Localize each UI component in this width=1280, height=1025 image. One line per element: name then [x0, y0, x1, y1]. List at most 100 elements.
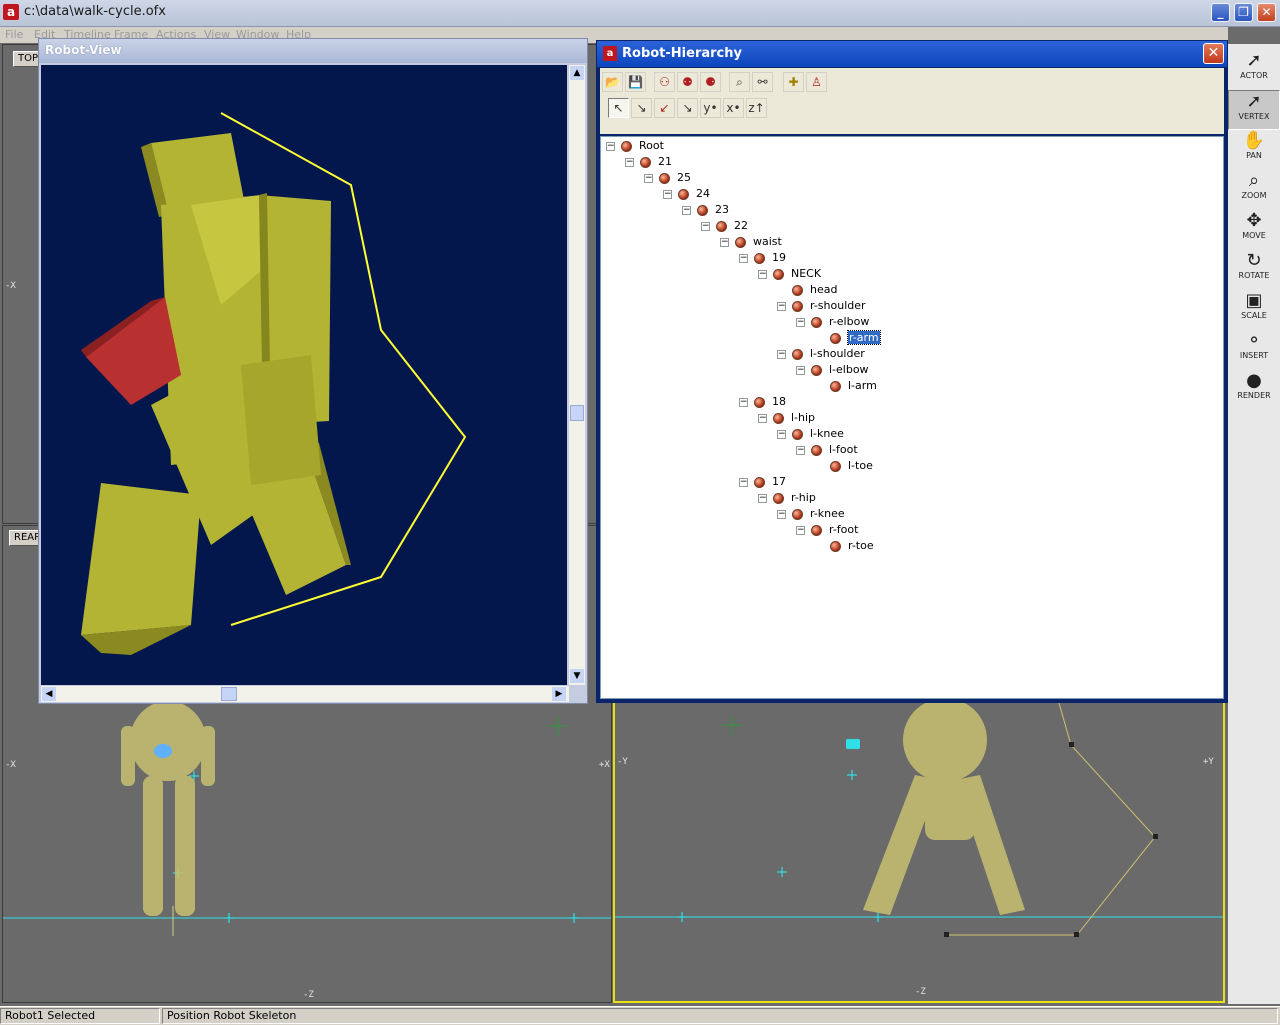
- tree-node-r-hip[interactable]: r-hip: [773, 491, 816, 505]
- collapse-toggle[interactable]: −: [739, 398, 748, 407]
- collapse-toggle[interactable]: −: [701, 222, 710, 231]
- collapse-toggle[interactable]: −: [682, 206, 691, 215]
- tree-node-r-foot[interactable]: r-foot: [811, 523, 858, 537]
- tool-actor[interactable]: ➚ ACTOR: [1228, 50, 1280, 90]
- tree-node-root[interactable]: Root: [621, 139, 664, 153]
- tree-node-label: r-foot: [829, 523, 859, 536]
- tree-node-r-knee[interactable]: r-knee: [792, 507, 845, 521]
- hierarchy-tree[interactable]: Root −21−25−24−23−22− waist −19− NECK − head r-…: [600, 136, 1224, 699]
- scroll-right-arrow-icon[interactable]: ▶: [552, 687, 566, 701]
- minimize-button[interactable]: _: [1211, 3, 1230, 22]
- tree-node-l-hip[interactable]: l-hip: [773, 411, 815, 425]
- collapse-toggle[interactable]: −: [739, 254, 748, 263]
- graph-icon[interactable]: ⚯: [752, 72, 773, 92]
- vertical-scroll-thumb[interactable]: [570, 405, 584, 421]
- tree-node-l-foot[interactable]: l-foot: [811, 443, 858, 457]
- tool-pan[interactable]: ✋ PAN: [1228, 130, 1280, 170]
- tree-node-24[interactable]: 24: [678, 187, 710, 201]
- scroll-up-arrow-icon[interactable]: ▲: [570, 66, 584, 80]
- collapse-toggle[interactable]: −: [777, 302, 786, 311]
- collapse-toggle[interactable]: −: [777, 510, 786, 519]
- robot-view-vertical-scrollbar[interactable]: ▲ ▼: [569, 65, 585, 685]
- save-icon[interactable]: 💾: [625, 72, 646, 92]
- joint-icon: [754, 476, 765, 488]
- collapse-toggle[interactable]: −: [796, 446, 805, 455]
- bone-tool-3[interactable]: ↙: [654, 98, 675, 118]
- collapse-toggle[interactable]: −: [644, 174, 653, 183]
- collapse-toggle[interactable]: −: [758, 494, 767, 503]
- tree-node-22[interactable]: 22: [716, 219, 748, 233]
- tool-vertex[interactable]: ➚ VERTEX: [1228, 90, 1280, 130]
- tree-node-l-arm[interactable]: l-arm: [830, 379, 877, 393]
- robot-view-title-bar[interactable]: Robot-View: [39, 39, 587, 63]
- tree-node-label: 18: [772, 395, 786, 408]
- tree-node-neck[interactable]: NECK: [773, 267, 821, 281]
- zoom-icon[interactable]: ⌕: [729, 72, 750, 92]
- robot-hierarchy-window[interactable]: a Robot-Hierarchy ✕ 📂 💾 ⚇ ⚉ ⚈ ⌕ ⚯ ✚ ♙ ↖ …: [596, 40, 1228, 703]
- collapse-toggle[interactable]: −: [796, 366, 805, 375]
- close-button[interactable]: ✕: [1257, 3, 1276, 22]
- tree-node-r-elbow[interactable]: r-elbow: [811, 315, 869, 329]
- maximize-button[interactable]: ❐: [1234, 3, 1253, 22]
- tool-insert[interactable]: ⚬ INSERT: [1228, 330, 1280, 370]
- tree-node-25[interactable]: 25: [659, 171, 691, 185]
- bone-tool-2[interactable]: ↘: [631, 98, 652, 118]
- robot-hierarchy-close-button[interactable]: ✕: [1203, 43, 1224, 64]
- collapse-toggle[interactable]: −: [758, 270, 767, 279]
- axis-y-button[interactable]: y•: [700, 98, 721, 118]
- robot-hierarchy-title-bar[interactable]: a Robot-Hierarchy ✕: [597, 41, 1227, 67]
- app-logo-icon[interactable]: a: [3, 4, 19, 20]
- joint-icon: [830, 460, 841, 472]
- tree-node-l-toe[interactable]: l-toe: [830, 459, 873, 473]
- robot-view-window[interactable]: Robot-View ▲ ▼ ◀ ▶: [38, 38, 588, 704]
- skeleton-alt-icon[interactable]: ⚉: [677, 72, 698, 92]
- tree-node-r-toe[interactable]: r-toe: [830, 539, 874, 553]
- tree-node-19[interactable]: 19: [754, 251, 786, 265]
- joint-icon: [773, 268, 784, 280]
- axis-x-button[interactable]: x•: [723, 98, 744, 118]
- collapse-toggle[interactable]: −: [777, 430, 786, 439]
- collapse-toggle[interactable]: −: [796, 526, 805, 535]
- tree-node-waist[interactable]: waist: [735, 235, 782, 249]
- tree-node-head[interactable]: head: [792, 283, 837, 297]
- tree-node-21[interactable]: 21: [640, 155, 672, 169]
- collapse-toggle[interactable]: −: [663, 190, 672, 199]
- horizontal-scroll-thumb[interactable]: [221, 687, 237, 701]
- skeleton-icon[interactable]: ⚇: [654, 72, 675, 92]
- scroll-down-arrow-icon[interactable]: ▼: [570, 669, 584, 683]
- open-icon[interactable]: 📂: [602, 72, 623, 92]
- collapse-toggle[interactable]: −: [777, 350, 786, 359]
- skeleton-grid-icon[interactable]: ⚈: [700, 72, 721, 92]
- tool-render[interactable]: ● RENDER: [1228, 370, 1280, 410]
- scroll-left-arrow-icon[interactable]: ◀: [42, 687, 56, 701]
- collapse-toggle[interactable]: −: [796, 318, 805, 327]
- robot-view-horizontal-scrollbar[interactable]: ◀ ▶: [41, 686, 569, 702]
- bone-tool-1[interactable]: ↖: [608, 98, 629, 118]
- tree-node-23[interactable]: 23: [697, 203, 729, 217]
- menu-file[interactable]: File: [5, 28, 23, 41]
- tool-move[interactable]: ✥ MOVE: [1228, 210, 1280, 250]
- collapse-toggle[interactable]: −: [758, 414, 767, 423]
- figure-icon[interactable]: ♙: [806, 72, 827, 92]
- tool-label: MOVE: [1242, 231, 1266, 240]
- axis-z-button[interactable]: z↑: [746, 98, 767, 118]
- collapse-toggle[interactable]: −: [720, 238, 729, 247]
- tool-zoom[interactable]: ⌕ ZOOM: [1228, 170, 1280, 210]
- tree-node-l-knee[interactable]: l-knee: [792, 427, 844, 441]
- tree-node-17[interactable]: 17: [754, 475, 786, 489]
- tree-node-r-shoulder[interactable]: r-shoulder: [792, 299, 866, 313]
- bone-tool-4[interactable]: ↘: [677, 98, 698, 118]
- tool-rotate[interactable]: ↻ ROTATE: [1228, 250, 1280, 290]
- tree-node-l-shoulder[interactable]: l-shoulder: [792, 347, 865, 361]
- tree-node-l-elbow[interactable]: l-elbow: [811, 363, 869, 377]
- collapse-toggle[interactable]: −: [606, 142, 615, 151]
- collapse-toggle[interactable]: −: [739, 478, 748, 487]
- tool-scale[interactable]: ▣ SCALE: [1228, 290, 1280, 330]
- tree-node-r-arm[interactable]: r-arm: [830, 330, 881, 345]
- app-logo-icon: a: [603, 46, 617, 61]
- robot-3d-viewport[interactable]: [41, 65, 567, 685]
- collapse-toggle[interactable]: −: [625, 158, 634, 167]
- tree-node-label: r-shoulder: [810, 299, 866, 312]
- tree-node-18[interactable]: 18: [754, 395, 786, 409]
- add-icon[interactable]: ✚: [783, 72, 804, 92]
